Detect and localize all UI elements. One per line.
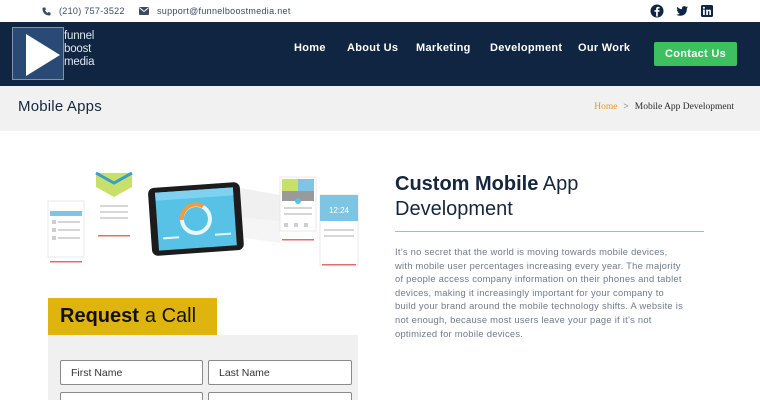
email-contact[interactable]: support@funnelboostmedia.net: [139, 0, 291, 22]
contact-us-button[interactable]: Contact Us: [654, 42, 737, 66]
main-navigation: funnel boost media Home About Us Marketi…: [0, 22, 760, 86]
nav-link-marketing[interactable]: Marketing: [416, 22, 471, 74]
phone-icon: [42, 6, 51, 16]
nav-link-development[interactable]: Development: [490, 22, 562, 74]
facebook-icon[interactable]: [650, 4, 664, 18]
heading-divider: [395, 231, 704, 232]
breadcrumb-current: Mobile App Development: [634, 102, 734, 112]
breadcrumb: Home > Mobile App Development: [594, 102, 734, 112]
linkedin-icon[interactable]: [700, 4, 714, 18]
last-name-field[interactable]: [208, 360, 352, 385]
twitter-icon[interactable]: [675, 4, 689, 18]
nav-link-about-us[interactable]: About Us: [347, 22, 398, 74]
request-call-heading: Request a Call: [48, 298, 217, 335]
nav-link-home[interactable]: Home: [294, 22, 326, 74]
phone-number: (210) 757-3522: [59, 6, 125, 16]
request-call-form: [48, 335, 358, 400]
play-triangle-icon: [26, 34, 60, 76]
breadcrumb-separator: >: [623, 102, 629, 112]
intro-paragraph: It’s no secret that the world is moving …: [395, 246, 684, 339]
email-address: support@funnelboostmedia.net: [157, 6, 291, 16]
phone-contact[interactable]: (210) 757-3522: [42, 0, 125, 22]
logo-mark: [12, 27, 64, 80]
nav-link-our-work[interactable]: Our Work: [578, 22, 630, 74]
site-logo[interactable]: funnel boost media: [12, 27, 102, 80]
form-field[interactable]: [208, 392, 352, 400]
clock-readout: 12:24: [329, 206, 350, 215]
top-contact-bar: (210) 757-3522 support@funnelboostmedia.…: [0, 0, 760, 22]
form-field[interactable]: [60, 392, 203, 400]
breadcrumb-home-link[interactable]: Home: [594, 102, 617, 112]
envelope-icon: [139, 7, 149, 15]
section-heading: Custom Mobile App Development: [395, 173, 579, 220]
page-header-band: Mobile Apps Home > Mobile App Development: [0, 86, 760, 131]
first-name-field[interactable]: [60, 360, 203, 385]
mobile-devices-illustration: 12:24: [47, 171, 359, 266]
page-title: Mobile Apps: [18, 98, 102, 115]
logo-wordmark: funnel boost media: [64, 30, 95, 68]
